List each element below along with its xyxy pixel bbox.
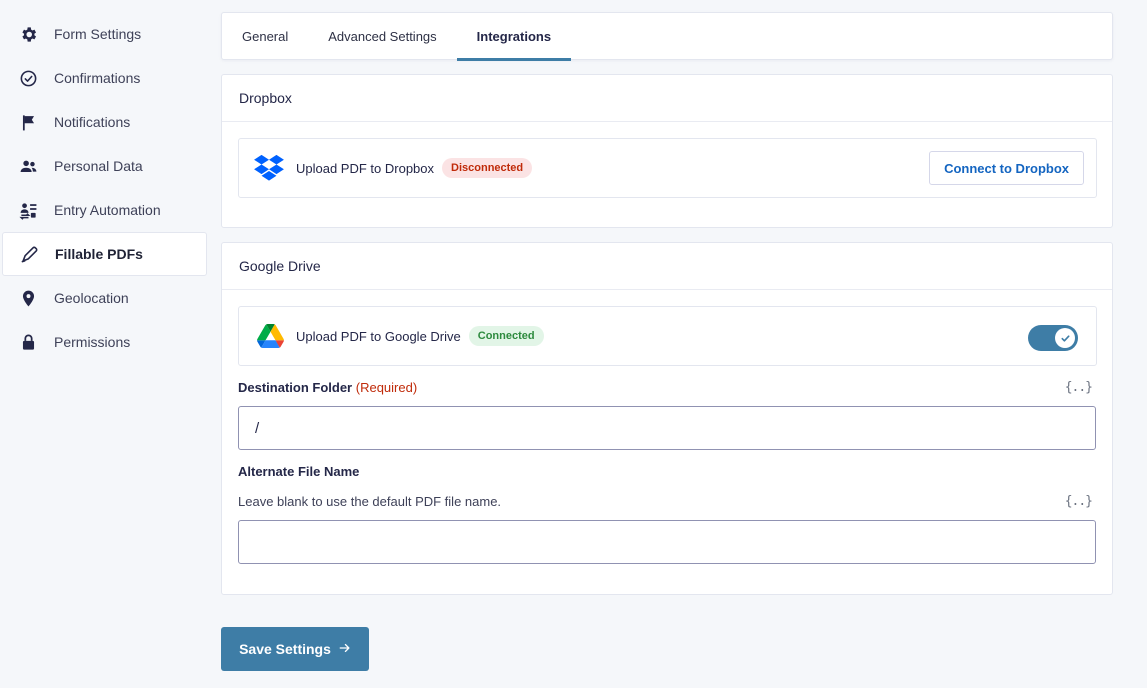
sidebar-item-notifications[interactable]: Notifications xyxy=(0,100,208,144)
tab-advanced-settings[interactable]: Advanced Settings xyxy=(308,13,456,60)
pen-icon xyxy=(19,244,39,264)
dropbox-upload-label: Upload PDF to Dropbox xyxy=(296,160,435,176)
settings-sidebar: Form Settings Confirmations Notification… xyxy=(0,12,208,364)
connect-dropbox-button[interactable]: Connect to Dropbox xyxy=(929,151,1084,185)
map-pin-icon xyxy=(18,288,38,308)
destination-folder-label: Destination Folder (Required) xyxy=(238,380,418,395)
settings-tabs: General Advanced Settings Integrations xyxy=(221,12,1113,61)
gear-icon xyxy=(18,24,38,44)
sidebar-item-label: Entry Automation xyxy=(54,202,161,218)
sidebar-item-geolocation[interactable]: Geolocation xyxy=(0,276,208,320)
tab-integrations[interactable]: Integrations xyxy=(456,13,572,61)
google-drive-icon xyxy=(255,321,285,351)
sidebar-item-label: Form Settings xyxy=(54,26,142,42)
google-drive-panel-title: Google Drive xyxy=(222,243,1112,290)
alternate-file-name-label: Alternate File Name xyxy=(238,464,360,479)
sidebar-item-label: Personal Data xyxy=(54,158,143,174)
google-drive-upload-label: Upload PDF to Google Drive xyxy=(296,328,461,344)
merge-tag-icon[interactable]: {..} xyxy=(1065,494,1093,509)
check-circle-icon xyxy=(18,68,38,88)
sidebar-item-personal-data[interactable]: Personal Data xyxy=(0,144,208,188)
check-icon xyxy=(1055,328,1075,348)
users-icon xyxy=(18,156,38,176)
sidebar-item-label: Geolocation xyxy=(54,290,129,306)
arrow-right-icon xyxy=(339,641,351,657)
destination-folder-input[interactable] xyxy=(238,406,1096,450)
sidebar-item-form-settings[interactable]: Form Settings xyxy=(0,12,208,56)
merge-tag-icon[interactable]: {..} xyxy=(1065,380,1093,395)
save-settings-label: Save Settings xyxy=(239,641,331,657)
required-indicator: (Required) xyxy=(355,380,418,395)
status-badge: Connected xyxy=(468,326,544,346)
lock-icon xyxy=(18,332,38,352)
sidebar-item-label: Notifications xyxy=(54,114,131,130)
dropbox-panel-title: Dropbox xyxy=(222,75,1112,122)
alternate-file-name-input[interactable] xyxy=(238,520,1096,564)
sidebar-item-entry-automation[interactable]: Entry Automation xyxy=(0,188,208,232)
dropbox-panel: Dropbox Upload PDF to Dropbox Disconnect… xyxy=(221,74,1113,228)
sidebar-item-confirmations[interactable]: Confirmations xyxy=(0,56,208,100)
automation-icon xyxy=(18,200,38,220)
sidebar-item-label: Confirmations xyxy=(54,70,141,86)
save-settings-button[interactable]: Save Settings xyxy=(221,627,369,671)
google-drive-panel: Google Drive Upload PDF to Google Drive … xyxy=(221,242,1113,595)
sidebar-item-label: Permissions xyxy=(54,334,131,350)
status-badge: Disconnected xyxy=(442,158,533,178)
google-drive-integration-row: Upload PDF to Google Drive Connected xyxy=(238,306,1097,366)
dropbox-icon xyxy=(254,153,284,183)
google-drive-toggle[interactable] xyxy=(1028,325,1078,351)
dropbox-integration-row: Upload PDF to Dropbox Disconnected Conne… xyxy=(238,138,1097,198)
flag-icon xyxy=(18,112,38,132)
sidebar-item-label: Fillable PDFs xyxy=(55,246,143,262)
tab-general[interactable]: General xyxy=(222,13,308,60)
sidebar-item-permissions[interactable]: Permissions xyxy=(0,320,208,364)
sidebar-item-fillable-pdfs[interactable]: Fillable PDFs xyxy=(2,232,207,276)
alternate-file-name-description: Leave blank to use the default PDF file … xyxy=(238,494,502,509)
